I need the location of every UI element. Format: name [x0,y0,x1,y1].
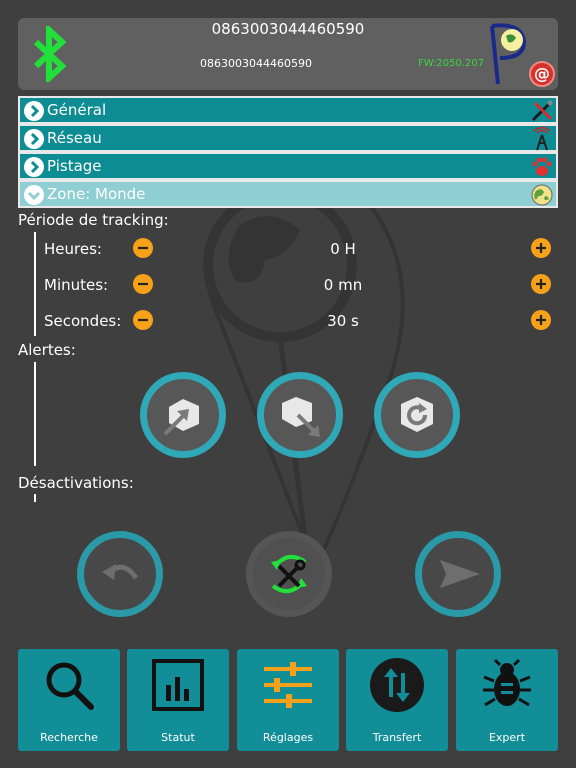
minus-icon [138,318,148,322]
search-icon [46,662,94,710]
alerts-title: Alertes: [18,341,76,359]
minutes-label: Minutes: [44,276,109,294]
hours-value: 0 H [330,240,356,258]
tab-expert[interactable]: Expert [456,649,558,751]
tab-settings-label: Réglages [262,731,314,744]
plus-icon [536,315,546,325]
chevron-right-icon [24,101,44,121]
send-icon [440,560,480,588]
minus-icon [138,282,148,286]
tab-transfer-label: Transfert [372,731,422,744]
seconds-value: 30 s [327,312,359,330]
sliders-icon [264,662,312,708]
tools-icon [531,100,553,122]
chevron-down-icon [24,185,44,205]
deactivations-group-line [34,494,36,502]
zone-refresh-button[interactable] [374,372,460,458]
chevron-right-icon [24,157,44,177]
tools-sync-icon [271,554,307,594]
zone-enter-icon [163,399,199,436]
section-zone[interactable]: Zone: Monde [18,180,558,208]
section-tracking-label: Pistage [47,157,102,175]
seconds-decrement-button[interactable] [133,310,153,330]
tab-transfer[interactable]: Transfert [346,649,448,751]
hours-label: Heures: [44,240,102,258]
plus-icon [536,243,546,253]
globe-icon [531,184,553,206]
device-header: 0863003044460590 0863003044460590 FW:205… [18,18,558,90]
hours-decrement-button[interactable] [133,238,153,258]
section-zone-label: Zone: Monde [47,185,146,203]
paw-icon [532,157,552,176]
tab-search-label: Recherche [40,731,98,744]
firmware-version: FW:2050.207 [418,58,485,69]
bug-icon [483,658,531,707]
undo-button[interactable] [77,531,163,617]
tab-expert-label: Expert [488,731,526,744]
antenna-icon [533,127,551,151]
globe-logo-icon [490,23,527,85]
seconds-label: Secondes: [44,312,122,330]
section-network[interactable]: Réseau [18,124,558,152]
transfer-icon [370,658,424,712]
send-button[interactable] [415,531,501,617]
hours-increment-button[interactable] [531,238,551,258]
alerts-group-line [34,362,36,466]
tab-status[interactable]: Statut [127,649,229,751]
chevron-right-icon [24,129,44,149]
at-sign-icon[interactable]: @ [529,61,555,87]
tab-search[interactable]: Recherche [18,649,120,751]
zone-exit-icon [282,397,320,437]
section-tracking[interactable]: Pistage [18,152,558,180]
device-id-small: 0863003044460590 [200,57,312,70]
seconds-increment-button[interactable] [531,310,551,330]
minutes-increment-button[interactable] [531,274,551,294]
tab-settings[interactable]: Réglages [237,649,339,751]
section-general-label: Général [47,101,107,119]
zone-exit-button[interactable] [257,372,343,458]
section-general[interactable]: Général [18,96,558,124]
section-network-label: Réseau [47,129,102,147]
minutes-value: 0 mn [323,276,363,294]
bar-chart-icon [152,659,204,711]
tools-sync-button[interactable] [246,531,332,617]
tracking-period-title: Période de tracking: [18,211,169,229]
zone-refresh-icon [401,397,433,432]
device-id-title: 0863003044460590 [211,20,365,38]
tracking-group-line [34,232,36,336]
plus-icon [536,279,546,289]
deactivations-title: Désactivations: [18,474,134,492]
minutes-decrement-button[interactable] [133,274,153,294]
minus-icon [138,246,148,250]
zone-enter-button[interactable] [140,372,226,458]
tab-status-label: Statut [161,731,195,744]
undo-icon [102,564,139,580]
